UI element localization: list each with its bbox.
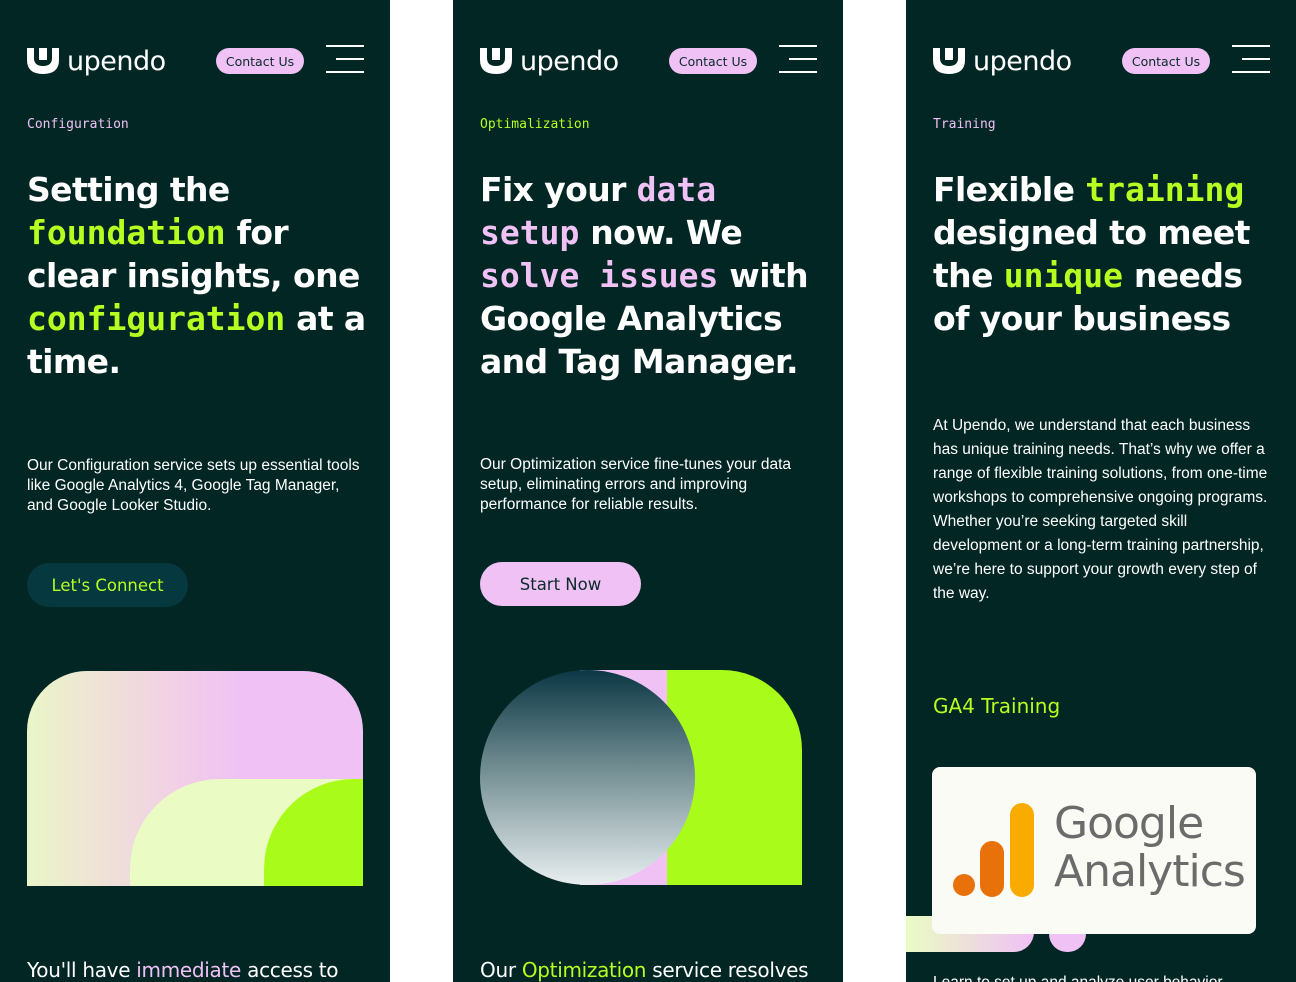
ga4-training-title: GA4 Training (933, 694, 1061, 718)
body-text: Our Configuration service sets up essent… (27, 457, 360, 514)
upendo-logo[interactable]: upendo (480, 46, 619, 77)
decorative-graphic (27, 671, 363, 886)
configuration-panel: upendo Contact Us Configuration Setting … (0, 0, 390, 982)
body-text: Our Optimization service fine-tunes your… (480, 456, 791, 513)
headline: Setting the foundation for clear insight… (27, 170, 366, 381)
upendo-logo[interactable]: upendo (27, 46, 166, 77)
brand-name: upendo (67, 46, 166, 77)
headline: Fix your data setup now. We solve issues… (480, 170, 809, 381)
headline: Flexible training designed to meet the u… (933, 170, 1250, 338)
section-label: Optimalization (480, 117, 590, 132)
decorative-graphic (480, 670, 802, 885)
contact-us-button[interactable]: Contact Us (1122, 48, 1210, 74)
hamburger-menu-icon[interactable] (326, 45, 364, 75)
hamburger-menu-icon[interactable] (1232, 45, 1270, 75)
upendo-logo-icon (480, 47, 512, 74)
upendo-logo[interactable]: upendo (933, 46, 1072, 77)
brand-name: upendo (973, 46, 1072, 77)
upendo-logo-icon (27, 47, 59, 74)
google-analytics-logo-icon (953, 803, 1034, 897)
hamburger-menu-icon[interactable] (779, 45, 817, 75)
body-text: At Upendo, we understand that each busin… (933, 417, 1268, 602)
section-intro-partial: Learn to set up and analyze user behavio… (933, 974, 1253, 982)
google-analytics-card: Google Analytics (932, 767, 1256, 934)
contact-us-button[interactable]: Contact Us (216, 48, 304, 74)
start-now-button[interactable]: Start Now (480, 562, 641, 606)
section-intro: You'll have immediate access to (27, 958, 339, 982)
section-label: Training (933, 117, 996, 132)
section-intro: Our Optimization service resolves (480, 958, 809, 982)
ga-logo-line1: Google (1054, 798, 1204, 849)
training-panel: upendo Contact Us Training Flexible trai… (906, 0, 1296, 982)
ga-logo-line2: Analytics (1054, 846, 1246, 897)
section-label: Configuration (27, 117, 129, 132)
contact-us-button[interactable]: Contact Us (669, 48, 757, 74)
brand-name: upendo (520, 46, 619, 77)
optimization-panel: upendo Contact Us Optimalization Fix you… (453, 0, 843, 982)
upendo-logo-icon (933, 47, 965, 74)
lets-connect-button[interactable]: Let's Connect (27, 563, 188, 607)
